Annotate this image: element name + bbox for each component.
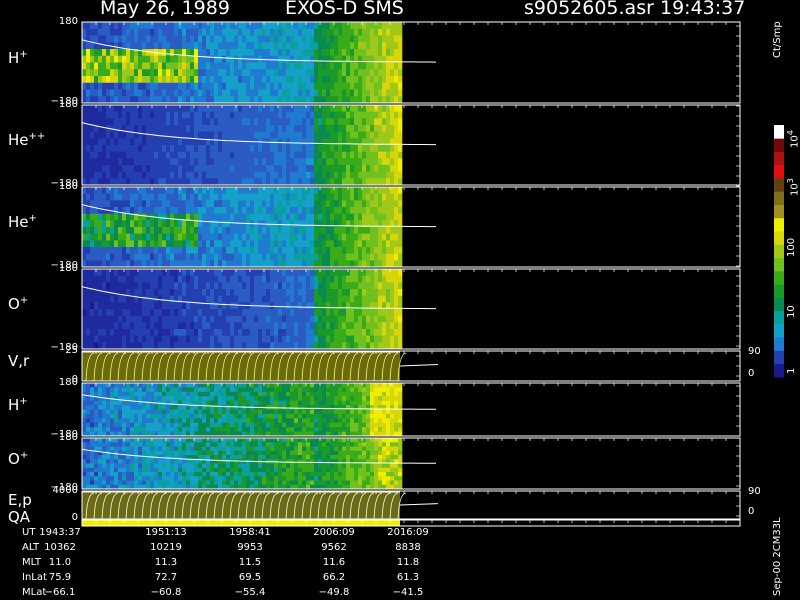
heatmap-o1 (82, 269, 403, 350)
colorbar-unit: Ct/Smp (772, 21, 783, 58)
ephemeris-value: 10362 (44, 542, 76, 553)
heatmap-h2 (82, 383, 403, 437)
right-tick-bottom-vr: 0 (748, 368, 755, 379)
ephemeris-value: 2006:09 (313, 527, 355, 538)
right-tick-bottom-ep: 0 (748, 506, 755, 517)
y-tick-top-vr: 25 (65, 345, 78, 356)
ephemeris-value: 69.5 (238, 572, 262, 583)
ephemeris-value: 11.5 (238, 557, 262, 568)
ephemeris-value: 11.3 (154, 557, 178, 568)
ephemeris-value: 11.6 (322, 557, 346, 568)
header-time: 19:43:37 (660, 0, 746, 19)
ephemeris-value: 1943:37 (39, 527, 81, 538)
panel-label-he1: He+ (8, 213, 37, 231)
colorbar-tick-label: 1 (786, 367, 797, 374)
ephemeris-value: 9562 (321, 542, 347, 553)
colorbar-scale (774, 125, 784, 378)
y-tick-top-h2: 180 (58, 377, 78, 388)
ephemeris-value: 8838 (395, 542, 421, 553)
ephemeris-value: −41.5 (392, 587, 424, 598)
y-tick-top-he2: 180 (58, 99, 78, 110)
panel-label-h2: H+ (8, 395, 28, 414)
ephemeris-value: 1951:13 (145, 527, 187, 538)
colorbar-tick-label: 104 (786, 130, 800, 148)
header-instrument: EXOS-D SMS (285, 0, 404, 19)
ephemeris-value: 72.7 (154, 572, 178, 583)
y-tick-top-he1: 180 (58, 181, 78, 192)
ephemeris-value: −49.8 (318, 587, 350, 598)
panel-label-charge: + (19, 395, 28, 407)
panel-label-qa: QA (8, 508, 31, 526)
right-tick-top-vr: 90 (748, 346, 761, 357)
panel-label-o1: O+ (8, 295, 29, 313)
ephemeris-value: 61.3 (396, 572, 420, 583)
panel-label-charge: ++ (28, 131, 46, 142)
ephemeris-value: 2016:09 (387, 527, 429, 538)
line-panel-fill-vr (82, 351, 400, 381)
header-date: May 26, 1989 (100, 0, 230, 19)
y-tick-top-o1: 180 (58, 263, 78, 274)
line-panel-fill-ep (82, 491, 400, 519)
qa-bar (82, 520, 400, 526)
heatmap-h1 (82, 22, 403, 104)
panel-label-h1: H+ (8, 48, 28, 67)
ephemeris-value: 1958:41 (229, 527, 271, 538)
y-tick-top-o2: 180 (58, 432, 78, 443)
ephemeris-value: 11.8 (396, 557, 420, 568)
ephemeris-value: 11.0 (48, 557, 72, 568)
ephemeris-value: 10219 (150, 542, 182, 553)
header-file: s9052605.asr (524, 0, 654, 19)
heatmap-o2 (82, 438, 403, 490)
heatmap-he2 (82, 105, 403, 186)
colorbar-tick-label: 103 (786, 178, 800, 196)
colorbar-tick-label: 100 (786, 237, 797, 257)
ephemeris-value: 9953 (237, 542, 263, 553)
panel-label-charge: + (28, 213, 37, 224)
version-label: Sep-00 2CM33L (772, 517, 783, 596)
panel-label-charge: + (19, 295, 29, 306)
y-tick-top-h1: 180 (58, 16, 78, 27)
ephemeris-value: 75.9 (48, 572, 72, 583)
ephemeris-value: −55.4 (234, 587, 266, 598)
panel-label-he2: He++ (8, 131, 46, 149)
colorbar-tick-exponent: 4 (786, 130, 795, 136)
panel-label-o2: O+ (8, 449, 29, 468)
colorbar-tick-exponent: 3 (786, 178, 795, 184)
panel-label-charge: + (19, 48, 28, 60)
sms-spectrogram-plot (81, 21, 784, 527)
right-tick-top-ep: 90 (748, 486, 761, 497)
colorbar-tick-label: 10 (786, 305, 797, 318)
ephemeris-value: −60.8 (150, 587, 182, 598)
y-tick-top-ep: 4000 (52, 485, 78, 496)
panel-label-charge: + (19, 449, 29, 461)
ephemeris-value: 66.2 (322, 572, 346, 583)
ephemeris-value: −66.1 (44, 587, 76, 598)
heatmap-he1 (82, 187, 403, 268)
